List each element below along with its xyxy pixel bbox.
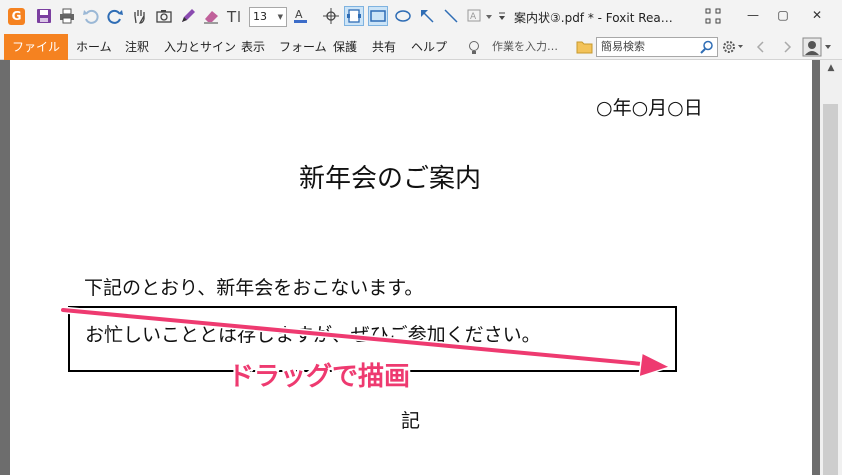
gear-icon[interactable] xyxy=(721,39,745,55)
arrow-tool-icon[interactable] xyxy=(418,7,436,25)
tab-file[interactable]: ファイル xyxy=(4,34,68,60)
customize-toolbar-icon[interactable] xyxy=(497,7,507,25)
print-icon[interactable] xyxy=(58,7,76,25)
tab-help[interactable]: ヘルプ xyxy=(411,34,447,60)
drag-arrow-head xyxy=(638,351,672,379)
line-tool-icon[interactable] xyxy=(442,7,460,25)
tell-me-text: 作業を入力… xyxy=(492,40,558,53)
font-size-field[interactable]: 13 ▼ xyxy=(249,7,287,27)
maximize-button[interactable]: ▢ xyxy=(772,6,794,24)
foxit-logo-icon[interactable]: G xyxy=(8,8,25,25)
svg-text:A: A xyxy=(295,8,303,21)
fullscreen-icon[interactable] xyxy=(704,7,722,25)
typewriter-icon[interactable]: T xyxy=(226,7,244,25)
scroll-thumb[interactable] xyxy=(823,104,838,475)
tab-view[interactable]: 表示 xyxy=(241,34,265,60)
search-placeholder: 簡易検索 xyxy=(601,40,645,53)
select-annotation-icon[interactable] xyxy=(344,6,364,26)
minimize-button[interactable]: — xyxy=(742,6,764,24)
lightbulb-icon xyxy=(469,41,479,54)
save-icon[interactable] xyxy=(35,7,53,25)
rectangle-tool-icon[interactable] xyxy=(368,6,388,26)
vertical-scrollbar[interactable]: ▲ xyxy=(820,60,842,475)
search-input[interactable]: 簡易検索 xyxy=(596,37,718,57)
eraser-icon[interactable] xyxy=(202,7,220,25)
tab-home[interactable]: ホーム xyxy=(76,34,112,60)
user-account-icon[interactable] xyxy=(802,37,834,57)
tab-protect[interactable]: 保護 xyxy=(333,34,357,60)
snapshot-icon[interactable] xyxy=(155,7,173,25)
document-viewport[interactable]: ○年○月○日 新年会のご案内 下記のとおり、新年会をおこないます。 お忙しいこと… xyxy=(0,60,820,475)
folder-search-icon[interactable] xyxy=(576,39,594,55)
undo-icon[interactable] xyxy=(82,7,100,25)
chevron-right-icon[interactable] xyxy=(783,41,793,53)
drag-arrow-overlay xyxy=(59,306,672,379)
chevron-left-icon[interactable] xyxy=(755,41,765,53)
tab-share[interactable]: 共有 xyxy=(372,34,396,60)
foxit-reader-window: G T 13 ▼ A A 案内状③.pdf * - Foxit Rea… — ▢ … xyxy=(0,0,842,475)
svg-text:T: T xyxy=(226,8,237,25)
window-title: 案内状③.pdf * - Foxit Rea… xyxy=(514,11,673,25)
tab-form[interactable]: フォーム xyxy=(279,34,327,60)
font-color-icon[interactable]: A xyxy=(292,7,310,25)
scroll-up-arrow-icon[interactable]: ▲ xyxy=(820,60,842,77)
pencil-icon[interactable] xyxy=(179,7,197,25)
ribbon-tab-bar: ファイル ホーム 注釈 入力とサイン 表示 フォーム 保護 共有 ヘルプ 作業を… xyxy=(0,34,842,60)
title-bar: G T 13 ▼ A A 案内状③.pdf * - Foxit Rea… — ▢ … xyxy=(0,0,842,34)
close-button[interactable]: ✕ xyxy=(806,6,828,24)
drag-to-draw-label: ドラッグで描画 xyxy=(228,362,411,392)
tab-comment[interactable]: 注釈 xyxy=(125,34,149,60)
svg-text:A: A xyxy=(470,12,477,22)
redo-icon[interactable] xyxy=(106,7,124,25)
hand-tool-icon[interactable] xyxy=(131,7,149,25)
tab-fill-sign[interactable]: 入力とサイン xyxy=(164,34,236,60)
search-icon xyxy=(700,40,713,54)
oval-tool-icon[interactable] xyxy=(394,7,412,25)
move-icon[interactable] xyxy=(322,7,340,25)
chevron-down-icon[interactable] xyxy=(484,7,494,25)
pdf-page[interactable]: ○年○月○日 新年会のご案内 下記のとおり、新年会をおこないます。 お忙しいこと… xyxy=(10,60,812,475)
text-highlight-icon[interactable]: A xyxy=(466,7,484,25)
chevron-down-icon[interactable]: ▼ xyxy=(278,8,283,26)
